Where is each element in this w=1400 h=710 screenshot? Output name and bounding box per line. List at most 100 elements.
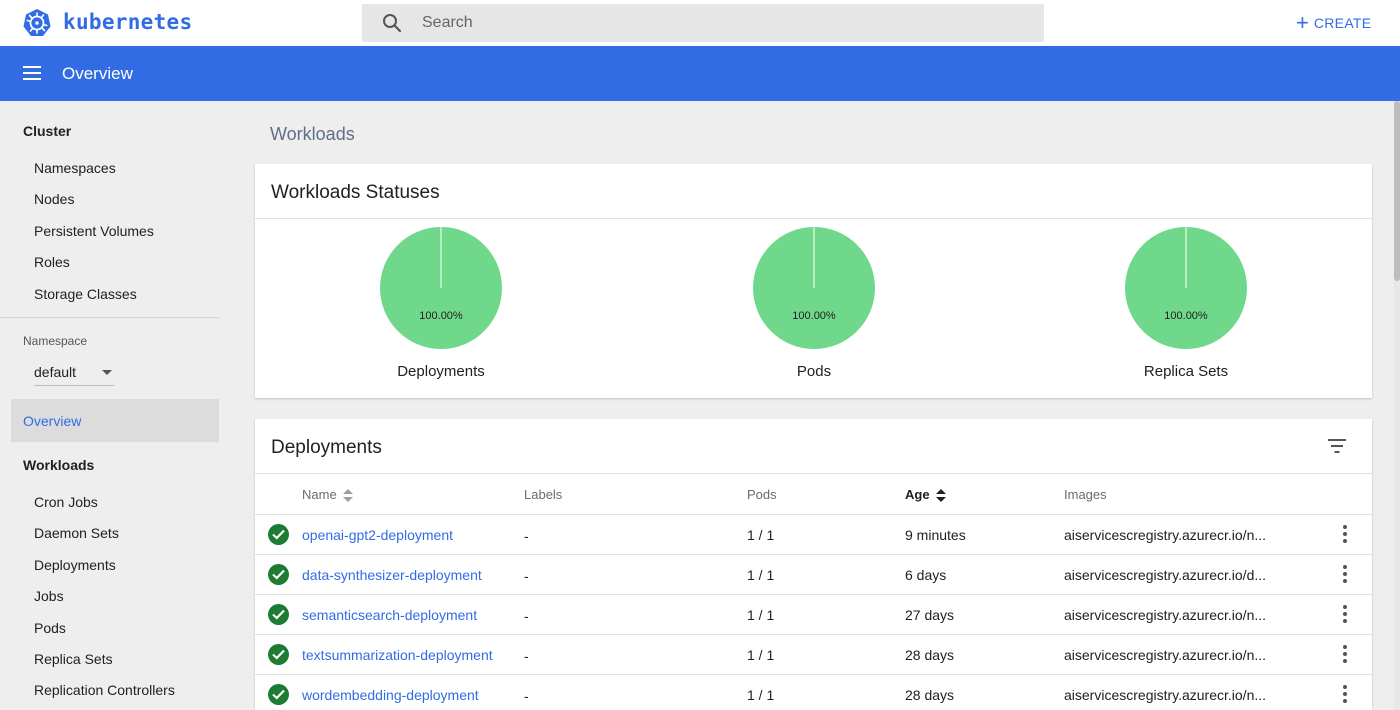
column-header-labels: Labels xyxy=(524,487,563,502)
pods-status-chart: 100.00% xyxy=(752,226,876,350)
sidebar-item-jobs[interactable]: Jobs xyxy=(34,588,64,604)
deployment-age: 28 days xyxy=(905,687,955,703)
card-divider xyxy=(255,473,1372,474)
scrollbar[interactable] xyxy=(1394,101,1400,710)
brand-name[interactable]: kubernetes xyxy=(63,10,192,34)
sidebar-heading-workloads[interactable]: Workloads xyxy=(23,457,94,473)
search-box[interactable] xyxy=(362,4,1044,42)
table-row[interactable]: textsummarization-deployment - 1 / 1 28 … xyxy=(255,634,1372,674)
more-vert-icon[interactable] xyxy=(1340,685,1350,705)
deployment-pods: 1 / 1 xyxy=(747,567,775,583)
chart-label-replica-sets: Replica Sets xyxy=(1143,363,1229,380)
deployment-images: aiservicescregistry.azurecr.io/n... xyxy=(1064,687,1267,703)
create-button[interactable]: + CREATE xyxy=(1296,11,1371,35)
deployment-name-link[interactable]: textsummarization-deployment xyxy=(302,647,493,663)
hamburger-menu-icon[interactable] xyxy=(23,66,41,80)
column-header-age-label: Age xyxy=(905,487,930,502)
sidebar-item-roles[interactable]: Roles xyxy=(34,254,70,270)
more-vert-icon[interactable] xyxy=(1340,565,1350,585)
column-header-pods: Pods xyxy=(747,487,777,502)
sidebar-item-namespaces[interactable]: Namespaces xyxy=(34,160,116,176)
pie-percent-label: 100.00% xyxy=(419,310,463,322)
sidebar-item-overview-label: Overview xyxy=(23,413,82,429)
table-row[interactable]: data-synthesizer-deployment - 1 / 1 6 da… xyxy=(255,554,1372,594)
namespace-label: Namespace xyxy=(23,334,88,348)
deployment-age: 28 days xyxy=(905,647,955,663)
deployment-labels: - xyxy=(524,688,529,704)
deployment-age: 6 days xyxy=(905,567,947,583)
chart-label-pods: Pods xyxy=(796,363,832,380)
create-button-label: CREATE xyxy=(1313,15,1372,31)
deployment-images: aiservicescregistry.azurecr.io/n... xyxy=(1064,607,1267,623)
deployment-labels: - xyxy=(524,568,529,584)
status-ok-icon xyxy=(268,604,289,625)
more-vert-icon[interactable] xyxy=(1340,525,1350,545)
column-header-age[interactable]: Age xyxy=(905,487,946,503)
table-row[interactable]: semanticsearch-deployment - 1 / 1 27 day… xyxy=(255,594,1372,634)
sidebar-item-cron-jobs[interactable]: Cron Jobs xyxy=(34,494,98,510)
deployment-name-link[interactable]: semanticsearch-deployment xyxy=(302,607,477,623)
sidebar-heading-cluster[interactable]: Cluster xyxy=(23,123,71,139)
deployment-pods: 1 / 1 xyxy=(747,687,775,703)
status-ok-icon xyxy=(268,564,289,585)
deployment-labels: - xyxy=(524,528,529,544)
sidebar-item-nodes[interactable]: Nodes xyxy=(34,191,74,207)
scrollbar-thumb[interactable] xyxy=(1394,101,1400,281)
table-row[interactable]: openai-gpt2-deployment - 1 / 1 9 minutes… xyxy=(255,514,1372,554)
namespace-select[interactable]: default xyxy=(34,356,114,386)
sidebar-item-daemon-sets[interactable]: Daemon Sets xyxy=(34,525,119,541)
filter-icon[interactable] xyxy=(1328,439,1346,453)
deployment-name-link[interactable]: wordembedding-deployment xyxy=(302,687,479,703)
deployment-images: aiservicescregistry.azurecr.io/n... xyxy=(1064,527,1267,543)
column-header-name-label: Name xyxy=(302,487,337,502)
dropdown-arrow-icon xyxy=(102,370,112,375)
more-vert-icon[interactable] xyxy=(1340,605,1350,625)
deployments-status-chart: 100.00% xyxy=(379,226,503,350)
sort-icon[interactable] xyxy=(935,488,946,503)
status-ok-icon xyxy=(268,644,289,665)
page-title: Overview xyxy=(62,64,133,83)
pie-percent-label: 100.00% xyxy=(1164,310,1208,322)
card-title: Deployments xyxy=(271,437,382,458)
plus-icon: + xyxy=(1296,10,1309,35)
card-divider xyxy=(255,218,1372,219)
deployment-name-link[interactable]: openai-gpt2-deployment xyxy=(302,527,453,543)
deployment-age: 27 days xyxy=(905,607,955,623)
deployment-pods: 1 / 1 xyxy=(747,647,775,663)
status-ok-icon xyxy=(268,684,289,705)
sidebar-item-replica-sets[interactable]: Replica Sets xyxy=(34,651,113,667)
deployment-pods: 1 / 1 xyxy=(747,607,775,623)
replica-sets-status-chart: 100.00% xyxy=(1124,226,1248,350)
top-app-bar: kubernetes + CREATE xyxy=(0,0,1400,46)
deployment-labels: - xyxy=(524,608,529,624)
search-input[interactable] xyxy=(422,4,1022,42)
deployment-labels: - xyxy=(524,648,529,664)
page-toolbar: Overview xyxy=(0,46,1400,101)
deployment-images: aiservicescregistry.azurecr.io/n... xyxy=(1064,647,1267,663)
sidebar-item-deployments[interactable]: Deployments xyxy=(34,557,116,573)
sidebar-item-overview[interactable]: Overview xyxy=(11,399,219,442)
card-title: Workloads Statuses xyxy=(271,182,440,203)
table-row[interactable]: wordembedding-deployment - 1 / 1 28 days… xyxy=(255,674,1372,710)
sort-icon[interactable] xyxy=(342,488,353,503)
sidebar-item-storage-classes[interactable]: Storage Classes xyxy=(34,286,137,302)
section-title: Workloads xyxy=(270,124,355,144)
sidebar-item-pods[interactable]: Pods xyxy=(34,620,66,636)
deployment-name-link[interactable]: data-synthesizer-deployment xyxy=(302,567,482,583)
column-header-name[interactable]: Name xyxy=(302,487,353,503)
deployment-age: 9 minutes xyxy=(905,527,966,543)
namespace-value: default xyxy=(34,364,77,380)
search-icon xyxy=(383,14,402,33)
chart-label-deployments: Deployments xyxy=(397,363,485,380)
kubernetes-logo-icon[interactable] xyxy=(22,8,52,38)
deployment-pods: 1 / 1 xyxy=(747,527,775,543)
more-vert-icon[interactable] xyxy=(1340,645,1350,665)
sidebar-divider xyxy=(0,317,219,318)
pie-percent-label: 100.00% xyxy=(792,310,836,322)
sidebar-item-persistent-volumes[interactable]: Persistent Volumes xyxy=(34,223,154,239)
column-header-images: Images xyxy=(1064,487,1107,502)
status-ok-icon xyxy=(268,524,289,545)
sidebar-item-replication-controllers[interactable]: Replication Controllers xyxy=(34,682,175,698)
sidebar: Cluster Namespaces Nodes Persistent Volu… xyxy=(0,101,230,710)
deployment-images: aiservicescregistry.azurecr.io/d... xyxy=(1064,567,1267,583)
